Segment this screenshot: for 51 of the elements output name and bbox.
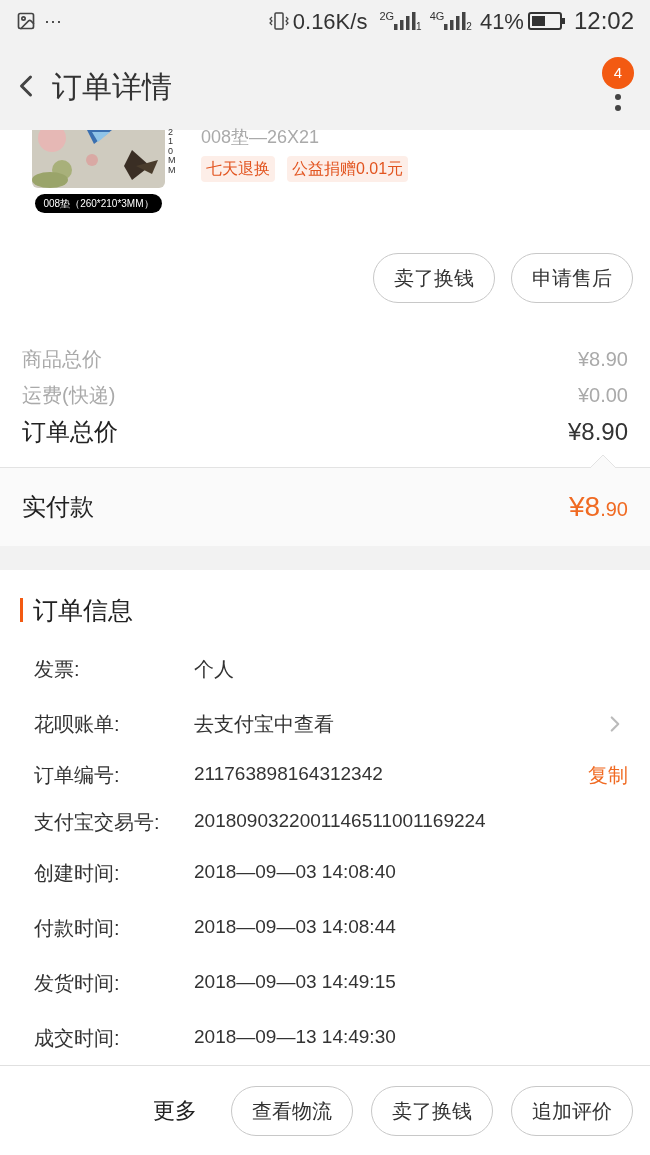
action-button[interactable]: 卖了换钱 (371, 1085, 493, 1136)
action-button[interactable]: 申请售后 (511, 253, 633, 303)
more-notifications: ··· (44, 12, 62, 30)
price-value: ¥0.00 (577, 383, 628, 408)
price-value: ¥8.90 (567, 417, 628, 447)
info-value: 2018090322001146511001169224 (194, 809, 487, 834)
sim-index: 2 (466, 20, 472, 34)
info-label: 订单编号: (34, 762, 121, 788)
battery-icon (527, 12, 566, 30)
battery-percent: 41% (479, 7, 524, 36)
price-label: 运费(快递) (22, 383, 116, 408)
notification-badge: 4 (602, 57, 634, 89)
info-label: 发货时间: (34, 970, 121, 996)
size-label: 210MM (168, 128, 177, 176)
info-value: 去支付宝中查看 (194, 711, 335, 737)
info-value: 211763898164312342 (194, 762, 384, 787)
info-label: 发票: (34, 656, 81, 682)
network-type: 2G (379, 9, 395, 24)
action-button[interactable]: 卖了换钱 (373, 253, 495, 303)
signal-icon (394, 12, 417, 30)
vibrate-icon (268, 11, 289, 31)
info-label: 支付宝交易号: (34, 809, 161, 835)
price-label: 订单总价 (22, 417, 118, 447)
action-button[interactable]: 查看物流 (231, 1085, 353, 1136)
price-label: 商品总价 (22, 347, 102, 372)
section-title: 订单信息 (33, 594, 133, 626)
info-label: 花呗账单: (34, 711, 121, 737)
network-speed: 0.16K/s (292, 7, 368, 36)
image-icon (16, 11, 36, 31)
action-button[interactable]: 追加评价 (511, 1085, 633, 1136)
image-caption: 008垫（260*210*3MM） (35, 194, 162, 213)
info-label: 创建时间: (34, 860, 121, 886)
network-type: 4G (429, 9, 445, 24)
sim-index: 1 (416, 20, 422, 34)
signal-icon (444, 12, 467, 30)
service-tag: 七天退换 (201, 156, 275, 182)
service-tag: 公益捐赠0.01元 (287, 156, 409, 182)
paid-amount: ¥8.90 (569, 490, 628, 525)
more-button[interactable]: 更多 (153, 1094, 197, 1128)
info-value: 2018—09—03 14:08:44 (194, 915, 397, 940)
info-value: 个人 (194, 656, 235, 682)
info-label: 成交时间: (34, 1025, 121, 1051)
product-spec: 008垫—26X21 (201, 128, 321, 146)
info-label: 付款时间: (34, 915, 121, 941)
clock: 12:02 (573, 6, 634, 36)
paid-label: 实付款 (22, 492, 94, 523)
info-value: 2018—09—13 14:49:30 (194, 1025, 397, 1050)
info-value: 2018—09—03 14:08:40 (194, 860, 397, 885)
info-value: 2018—09—03 14:49:15 (194, 970, 397, 995)
page-title: 订单详情 (52, 68, 172, 105)
price-value: ¥8.90 (577, 347, 628, 372)
